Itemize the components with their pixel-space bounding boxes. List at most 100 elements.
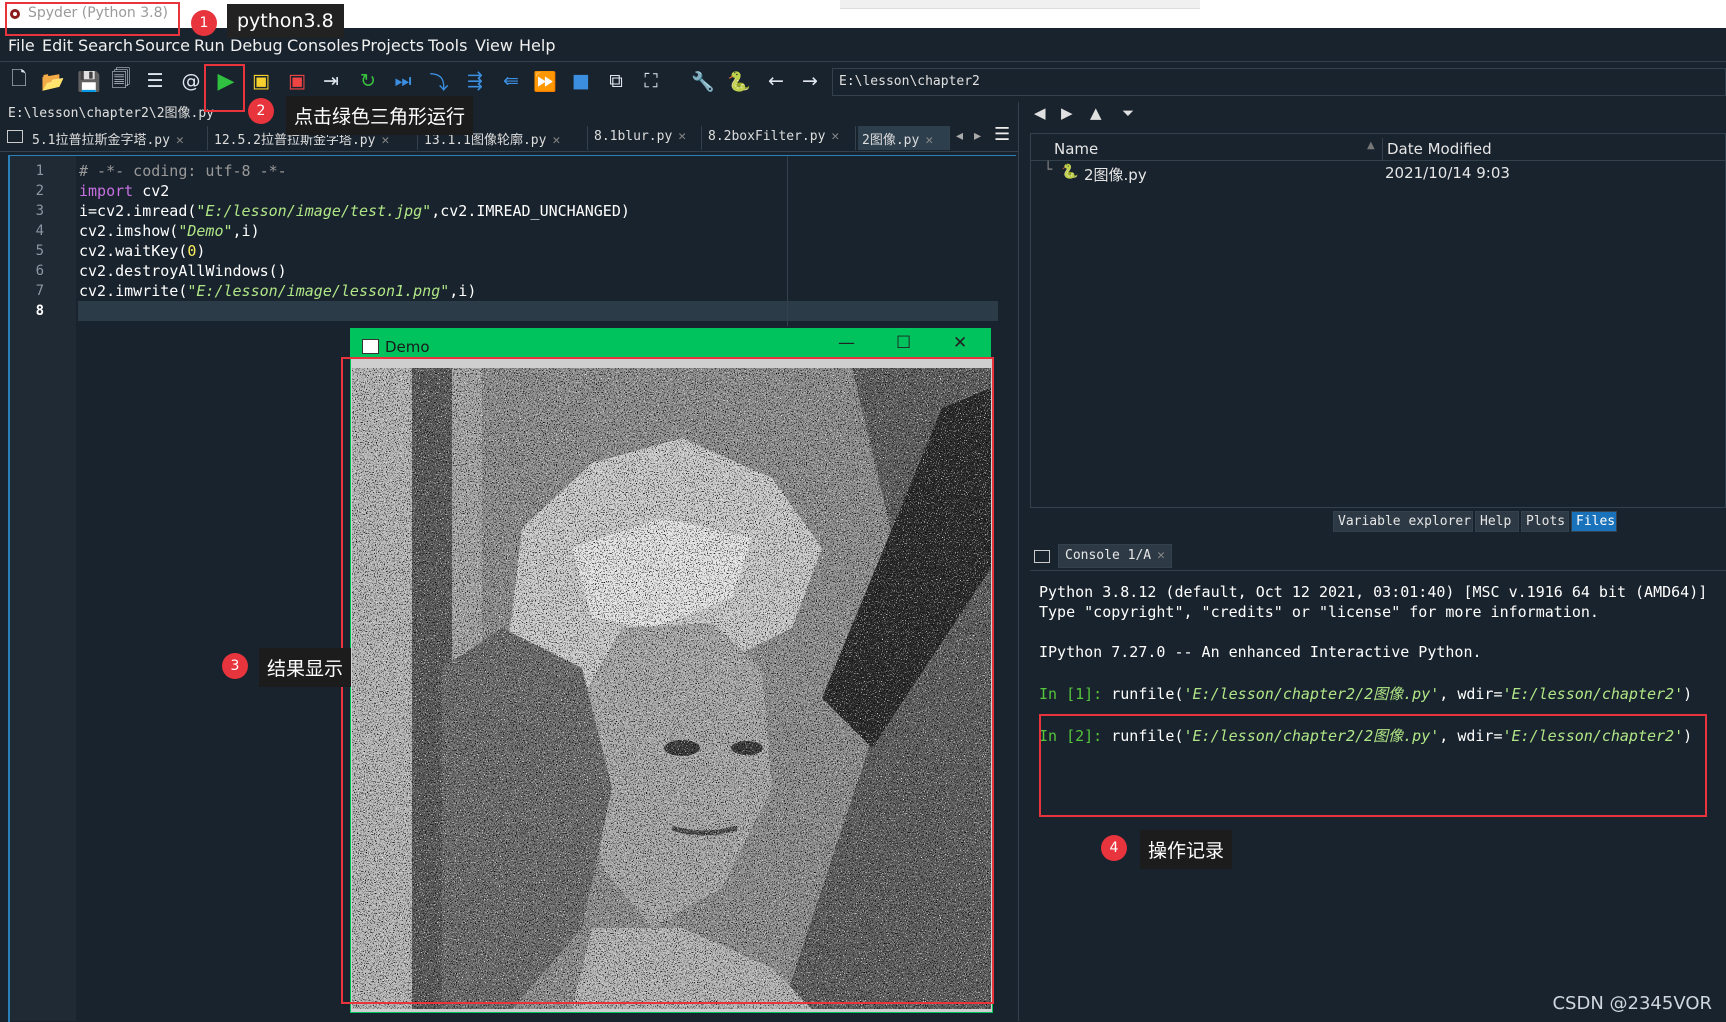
step-into-icon[interactable]: ⇶ [462, 68, 488, 94]
annotation-box-run [204, 64, 245, 112]
line-number: 1 [35, 163, 44, 179]
editor-tab-active[interactable]: 2图像.py ✕ [858, 126, 950, 150]
new-file-icon[interactable]: 🗋 [6, 68, 32, 94]
tab-scroll-right-icon[interactable]: ▸ [974, 128, 981, 144]
console-banner: Python 3.8.12 (default, Oct 12 2021, 03:… [1039, 583, 1708, 601]
step-icon[interactable]: ⤵ [426, 68, 452, 94]
menu-tools[interactable]: Tools [428, 36, 467, 55]
tab-help[interactable]: Help [1475, 511, 1519, 532]
forward-arrow-icon[interactable]: → [797, 68, 823, 94]
tab-variable-explorer[interactable]: Variable explorer [1333, 511, 1473, 532]
back-arrow-icon[interactable]: ← [763, 68, 789, 94]
parent-directory-icon[interactable]: ▲ [1090, 104, 1102, 122]
menu-edit[interactable]: Edit [42, 36, 73, 55]
line-number: 4 [35, 223, 44, 239]
tab-scroll-left-icon[interactable]: ◂ [956, 128, 963, 144]
tab-close-icon[interactable]: ✕ [925, 133, 933, 148]
python-file-icon: 🐍 [1061, 164, 1079, 180]
line-number: 5 [35, 243, 44, 259]
save-icon[interactable]: 💾 [76, 68, 102, 94]
tree-branch: └ [1044, 162, 1053, 178]
menu-view[interactable]: View [475, 36, 513, 55]
wrench-icon[interactable]: 🔧 [690, 68, 716, 94]
filter-icon[interactable]: ⏷ [1122, 104, 1134, 122]
minimize-button[interactable]: — [838, 333, 855, 353]
editor-tab[interactable]: 8.2boxFilter.py ✕ [704, 126, 856, 150]
annotation-callout: python3.8 [227, 4, 344, 38]
demo-window-title: Demo [385, 338, 430, 356]
at-symbol-icon[interactable]: @ [178, 68, 204, 94]
run-cell-icon[interactable]: ▣ [248, 68, 274, 94]
step-return-icon[interactable]: ⇚ [498, 68, 524, 94]
watermark: CSDN @2345VOR [1552, 993, 1712, 1014]
window-icon [362, 339, 379, 354]
run-cell-advance-icon[interactable]: ▣ [284, 68, 310, 94]
tab-close-icon[interactable]: ✕ [552, 133, 560, 148]
tab-close-icon[interactable]: ✕ [176, 133, 184, 148]
files-pane [1030, 133, 1726, 508]
console-input-line: In [1]: runfile('E:/lesson/chapter2/2图像.… [1039, 685, 1693, 703]
tab-close-icon[interactable]: ✕ [678, 129, 686, 144]
editor-tab[interactable]: 8.1blur.py ✕ [590, 126, 702, 150]
tab-browse-icon[interactable] [7, 130, 23, 143]
outline-list-icon[interactable]: ☰ [142, 68, 168, 94]
code-line-7: cv2.imwrite("E:/lesson/image/lesson1.png… [79, 282, 477, 300]
python-path-icon[interactable]: 🐍 [726, 68, 752, 94]
close-button[interactable]: ✕ [953, 333, 967, 353]
console-browse-icon[interactable] [1034, 550, 1050, 563]
demo-window-titlebar[interactable] [350, 328, 991, 358]
save-all-icon[interactable]: 🗐 [108, 68, 134, 94]
menu-file[interactable]: File [8, 36, 35, 55]
console-banner: IPython 7.27.0 -- An enhanced Interactiv… [1039, 643, 1482, 661]
tab-close-icon[interactable]: ✕ [831, 129, 839, 144]
continue-icon[interactable]: ⏩ [532, 68, 558, 94]
open-folder-icon[interactable]: 📂 [40, 68, 66, 94]
console-tab[interactable]: Console 1/A ✕ [1058, 544, 1172, 568]
code-line-2: import cv2 [79, 182, 170, 200]
run-selection-icon[interactable]: ⇥ [318, 68, 344, 94]
file-name[interactable]: 2图像.py [1084, 164, 1147, 185]
annotation-box-console [1039, 714, 1707, 817]
tab-files[interactable]: Files [1571, 511, 1617, 532]
tab-menu-icon[interactable]: ☰ [994, 124, 1010, 145]
stop-icon[interactable]: ■ [568, 68, 594, 94]
debug-icon[interactable]: ⏭ [390, 68, 416, 94]
annotation-badge: 1 [191, 10, 217, 36]
code-line-6: cv2.destroyAllWindows() [79, 262, 287, 280]
line-number: 2 [35, 183, 44, 199]
maximize-pane-icon[interactable]: ⧉ [603, 68, 629, 94]
rerun-icon[interactable]: ↻ [355, 68, 381, 94]
working-directory-input[interactable]: E:\lesson\chapter2 [832, 68, 1726, 96]
menu-help[interactable]: Help [519, 36, 555, 55]
file-date: 2021/10/14 9:03 [1385, 164, 1510, 182]
maximize-button[interactable]: ☐ [896, 333, 911, 353]
column-name[interactable]: Name [1054, 140, 1098, 158]
annotation-callout: 操作记录 [1140, 830, 1233, 869]
edge-line [787, 156, 788, 326]
menu-run[interactable]: Run [194, 36, 225, 55]
back-icon[interactable]: ◀ [1034, 104, 1046, 122]
code-line-1: # -*- coding: utf-8 -*- [79, 162, 287, 180]
tab-plots[interactable]: Plots [1521, 511, 1569, 532]
tab-close-icon[interactable]: ✕ [381, 133, 389, 148]
menu-source[interactable]: Source [135, 36, 190, 55]
column-divider[interactable] [1382, 138, 1383, 160]
sort-indicator-icon: ▲ [1367, 140, 1375, 151]
forward-icon[interactable]: ▶ [1061, 104, 1073, 122]
annotation-callout: 结果显示 [259, 648, 352, 687]
annotation-box-title [5, 2, 180, 36]
files-header [1031, 138, 1725, 161]
fullscreen-icon[interactable]: ⛶ [638, 68, 664, 94]
tab-close-icon[interactable]: ✕ [1157, 548, 1165, 563]
menu-search[interactable]: Search [78, 36, 133, 55]
splitter[interactable] [1018, 102, 1027, 1021]
column-date-modified[interactable]: Date Modified [1387, 140, 1492, 158]
menu-consoles[interactable]: Consoles [287, 36, 359, 55]
title-blank-area [840, 0, 1200, 9]
line-number: 7 [35, 283, 44, 299]
editor-tab[interactable]: 5.1拉普拉斯金字塔.py ✕ [28, 126, 208, 150]
menu-projects[interactable]: Projects [361, 36, 424, 55]
annotation-badge: 3 [222, 653, 248, 679]
menu-debug[interactable]: Debug [230, 36, 283, 55]
annotation-box-result [341, 357, 994, 1004]
